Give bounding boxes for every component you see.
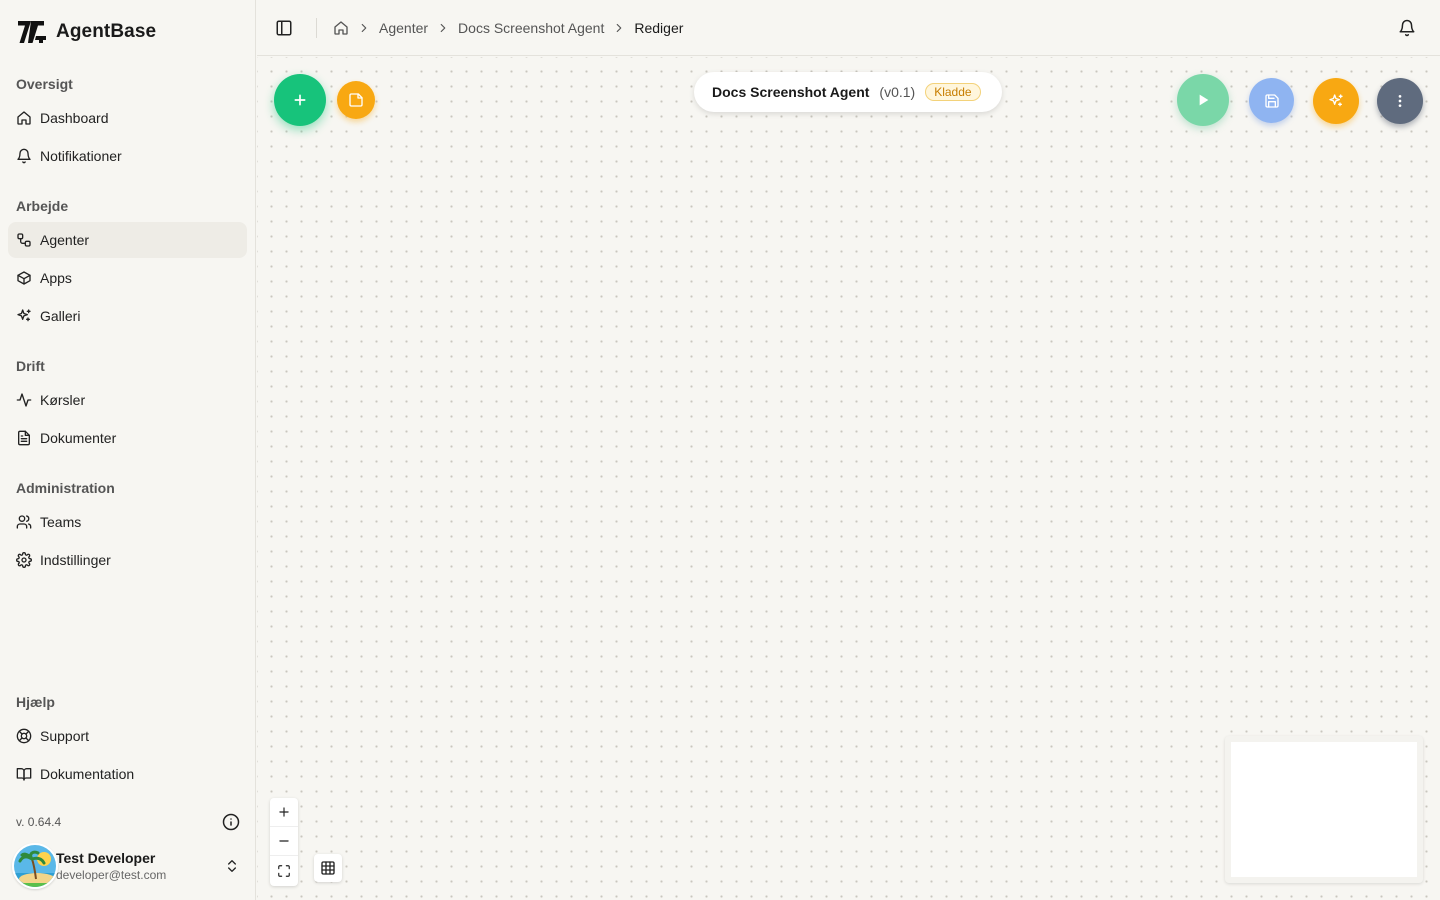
section-title-drift: Drift: [16, 358, 45, 374]
minimap[interactable]: [1225, 736, 1423, 883]
sidebar-item-dokumenter[interactable]: Dokumenter: [8, 420, 247, 456]
more-vertical-icon: [1398, 95, 1402, 107]
sidebar-item-indstillinger[interactable]: Indstillinger: [8, 542, 247, 578]
sidebar-item-korsler[interactable]: Kørsler: [8, 382, 247, 418]
fit-view-button[interactable]: [270, 856, 298, 885]
sidebar-item-label: Kørsler: [40, 392, 86, 408]
top-bar: Agenter Docs Screenshot Agent Rediger: [257, 0, 1440, 56]
sidebar-item-label: Indstillinger: [40, 552, 111, 568]
save-icon: [1264, 93, 1279, 108]
agentbase-logo-icon: [18, 21, 46, 43]
workflow-canvas[interactable]: Docs Screenshot Agent (v0.1) Kladde: [257, 57, 1440, 900]
users-icon: [16, 515, 32, 529]
bell-icon: [17, 148, 31, 164]
breadcrumb-agenter[interactable]: Agenter: [379, 20, 428, 36]
file-text-icon: [18, 430, 30, 446]
zoom-out-button[interactable]: [270, 827, 298, 856]
sidebar-item-notifikationer[interactable]: Notifikationer: [8, 138, 247, 174]
chevron-right-icon: [361, 23, 367, 33]
save-button[interactable]: [1249, 78, 1294, 123]
agent-version: (v0.1): [879, 84, 916, 100]
header-divider: [316, 18, 317, 38]
plus-icon: [279, 807, 289, 817]
agent-name: Docs Screenshot Agent: [712, 84, 870, 100]
sidebar-item-teams[interactable]: Teams: [8, 504, 247, 540]
sidebar-item-dokumentation[interactable]: Dokumentation: [8, 756, 247, 792]
home-icon[interactable]: [333, 20, 349, 36]
toggle-grid-button[interactable]: [314, 854, 342, 882]
sidebar-item-label: Teams: [40, 514, 82, 530]
sidebar: AgentBase Oversigt Dashboard Notifikatio…: [0, 0, 256, 900]
gear-icon: [16, 552, 32, 568]
breadcrumb-current: Rediger: [634, 20, 684, 36]
user-info: Test Developer developer@test.com: [56, 849, 166, 883]
play-icon: [1199, 94, 1209, 106]
sidebar-item-support[interactable]: Support: [8, 718, 247, 754]
home-icon: [17, 111, 31, 125]
user-name: Test Developer: [56, 850, 156, 866]
agent-title-pill[interactable]: Docs Screenshot Agent (v0.1) Kladde: [694, 72, 1002, 112]
section-title-oversigt: Oversigt: [16, 76, 73, 92]
app-version: v. 0.64.4: [16, 815, 62, 829]
brand[interactable]: AgentBase: [16, 18, 156, 46]
breadcrumb: Agenter Docs Screenshot Agent Rediger: [333, 18, 683, 38]
sidebar-item-label: Dokumenter: [40, 430, 117, 446]
grid-icon: [321, 861, 335, 875]
section-title-arbejde: Arbejde: [16, 198, 69, 214]
sidebar-item-label: Apps: [40, 270, 72, 286]
brand-name: AgentBase: [56, 21, 157, 42]
chevron-right-icon: [617, 23, 622, 33]
add-node-button[interactable]: [274, 74, 326, 126]
minus-icon: [279, 840, 289, 842]
sparkles-icon: [17, 309, 31, 322]
chevrons-up-down-icon: [228, 860, 236, 872]
sidebar-item-galleri[interactable]: Galleri: [8, 298, 247, 334]
section-title-administration: Administration: [16, 480, 115, 496]
box-icon: [17, 271, 31, 285]
run-button[interactable]: [1177, 74, 1229, 126]
workflow-icon: [17, 233, 31, 247]
bell-icon[interactable]: [1398, 19, 1416, 37]
sparkles-icon: [1329, 94, 1343, 107]
zoom-controls: [270, 798, 298, 886]
plus-icon: [294, 94, 306, 106]
sidebar-item-label: Support: [40, 728, 90, 744]
chevron-right-icon: [440, 23, 446, 33]
sidebar-item-label: Notifikationer: [40, 148, 122, 164]
lifebuoy-icon: [16, 728, 32, 744]
activity-icon: [16, 393, 32, 407]
breadcrumb-agent[interactable]: Docs Screenshot Agent: [458, 20, 604, 36]
user-email: developer@test.com: [56, 868, 167, 882]
sidebar-item-dashboard[interactable]: Dashboard: [8, 100, 247, 136]
sidebar-toggle-icon[interactable]: [275, 19, 293, 37]
fullscreen-icon: [278, 864, 290, 877]
avatar: [12, 843, 58, 889]
info-icon[interactable]: [222, 813, 240, 831]
user-menu[interactable]: Test Developer developer@test.com: [12, 842, 248, 890]
sidebar-item-agenter[interactable]: Agenter: [8, 222, 247, 258]
zoom-in-button[interactable]: [270, 798, 298, 827]
book-icon: [16, 768, 32, 781]
section-title-hjaelp: Hjælp: [16, 694, 55, 710]
more-options-button[interactable]: [1377, 78, 1423, 124]
minimap-viewport[interactable]: [1231, 742, 1417, 877]
add-note-button[interactable]: [337, 81, 375, 119]
sticky-note-icon: [349, 93, 363, 107]
sidebar-item-label: Galleri: [40, 308, 81, 324]
sidebar-item-apps[interactable]: Apps: [8, 260, 247, 296]
sidebar-item-label: Agenter: [40, 232, 90, 248]
status-badge: Kladde: [925, 83, 981, 101]
sidebar-item-label: Dashboard: [40, 110, 109, 126]
ai-assist-button[interactable]: [1313, 78, 1359, 124]
sidebar-item-label: Dokumentation: [40, 766, 135, 782]
